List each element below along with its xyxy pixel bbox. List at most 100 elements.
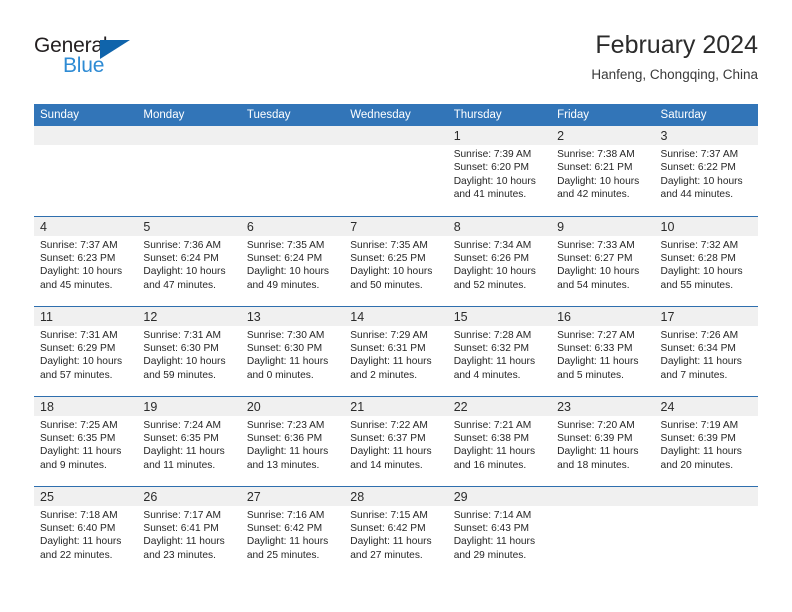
calendar-cell-day[interactable]: 14 Sunrise: 7:29 AM Sunset: 6:31 PM Dayligh… bbox=[344, 305, 448, 396]
daylight-duration-line-2: and 27 minutes. bbox=[350, 549, 423, 561]
day-cell-content: 4 Sunrise: 7:37 AM Sunset: 6:23 PM Daylight… bbox=[34, 216, 138, 306]
sunset-time: Sunset: 6:30 PM bbox=[246, 342, 323, 354]
sunset-time: Sunset: 6:42 PM bbox=[246, 522, 323, 534]
day-cell-content: 28 Sunrise: 7:15 AM Sunset: 6:42 PM Dayligh… bbox=[344, 486, 448, 577]
day-number: 25 bbox=[34, 486, 138, 506]
sunrise-time: Sunrise: 7:23 AM bbox=[246, 419, 325, 431]
day-details: Sunrise: 7:35 AM Sunset: 6:24 PM Daylight:… bbox=[241, 236, 344, 293]
sunrise-time: Sunrise: 7:37 AM bbox=[40, 239, 118, 251]
sunrise-time: Sunrise: 7:22 AM bbox=[350, 419, 428, 431]
day-details: Sunrise: 7:29 AM Sunset: 6:31 PM Daylight:… bbox=[344, 326, 447, 383]
general-blue-logo: General Blue bbox=[34, 34, 164, 84]
calendar-cell-day[interactable]: 25 Sunrise: 7:18 AM Sunset: 6:40 PM Dayligh… bbox=[34, 485, 138, 576]
calendar-cell-day[interactable]: 27 Sunrise: 7:16 AM Sunset: 6:42 PM Dayligh… bbox=[240, 485, 345, 576]
sunrise-time: Sunrise: 7:34 AM bbox=[453, 239, 532, 251]
day-cell-content: 20 Sunrise: 7:23 AM Sunset: 6:36 PM Dayligh… bbox=[240, 396, 345, 486]
calendar-cell-day[interactable]: 22 Sunrise: 7:21 AM Sunset: 6:38 PM Dayligh… bbox=[447, 395, 552, 486]
calendar-page: General Blue February 2024 Hanfeng, Chon… bbox=[0, 0, 792, 612]
daylight-duration-line-1: Daylight: 11 hours bbox=[143, 446, 225, 458]
calendar-week-row: 4 Sunrise: 7:37 AM Sunset: 6:23 PM Daylight… bbox=[34, 215, 758, 306]
calendar-body: 1 Sunrise: 7:39 AM Sunset: 6:20 PM Daylight… bbox=[34, 126, 758, 576]
calendar-cell-day[interactable]: 12 Sunrise: 7:31 AM Sunset: 6:30 PM Dayligh… bbox=[137, 305, 241, 396]
sunset-time: Sunset: 6:26 PM bbox=[453, 252, 530, 264]
day-cell-content: 16 Sunrise: 7:27 AM Sunset: 6:33 PM Dayligh… bbox=[551, 306, 655, 396]
column-header-wednesday: Wednesday bbox=[344, 104, 448, 126]
calendar-cell-day[interactable]: 16 Sunrise: 7:27 AM Sunset: 6:33 PM Dayligh… bbox=[551, 305, 655, 396]
calendar-cell-day[interactable]: 17 Sunrise: 7:26 AM Sunset: 6:34 PM Dayligh… bbox=[654, 305, 758, 396]
sunset-time: Sunset: 6:28 PM bbox=[660, 252, 736, 264]
day-cell-content: 1 Sunrise: 7:39 AM Sunset: 6:20 PM Daylight… bbox=[447, 126, 552, 216]
day-number bbox=[34, 126, 138, 145]
calendar-cell-day[interactable]: 21 Sunrise: 7:22 AM Sunset: 6:37 PM Dayligh… bbox=[344, 395, 448, 486]
calendar-cell-day[interactable]: 13 Sunrise: 7:30 AM Sunset: 6:30 PM Dayligh… bbox=[240, 305, 345, 396]
day-number: 7 bbox=[344, 216, 448, 236]
day-number: 13 bbox=[240, 306, 345, 326]
calendar-cell-day[interactable]: 4 Sunrise: 7:37 AM Sunset: 6:23 PM Daylight… bbox=[34, 215, 138, 306]
sunrise-time: Sunrise: 7:29 AM bbox=[350, 329, 428, 341]
calendar-cell-day[interactable]: 11 Sunrise: 7:31 AM Sunset: 6:29 PM Dayligh… bbox=[34, 305, 138, 396]
sunset-time: Sunset: 6:30 PM bbox=[143, 342, 219, 354]
day-cell-content: 24 Sunrise: 7:19 AM Sunset: 6:39 PM Dayligh… bbox=[654, 396, 758, 486]
daylight-duration-line-2: and 25 minutes. bbox=[246, 549, 320, 561]
day-details: Sunrise: 7:21 AM Sunset: 6:38 PM Daylight:… bbox=[448, 416, 551, 473]
logo-triangle-icon bbox=[100, 40, 130, 59]
day-number: 21 bbox=[344, 396, 448, 416]
daylight-duration-line-2: and 23 minutes. bbox=[143, 549, 216, 561]
calendar-cell-day[interactable]: 8 Sunrise: 7:34 AM Sunset: 6:26 PM Daylight… bbox=[447, 215, 552, 306]
day-number: 26 bbox=[137, 486, 241, 506]
day-cell-content: 14 Sunrise: 7:29 AM Sunset: 6:31 PM Dayligh… bbox=[344, 306, 448, 396]
daylight-duration-line-2: and 41 minutes. bbox=[453, 189, 527, 201]
calendar-cell-day[interactable]: 23 Sunrise: 7:20 AM Sunset: 6:39 PM Dayligh… bbox=[551, 395, 655, 486]
daylight-duration-line-2: and 16 minutes. bbox=[453, 459, 527, 471]
daylight-duration-line-1: Daylight: 11 hours bbox=[246, 356, 329, 368]
calendar-cell-day[interactable]: 29 Sunrise: 7:14 AM Sunset: 6:43 PM Dayligh… bbox=[447, 485, 552, 576]
day-number: 6 bbox=[240, 216, 345, 236]
calendar-cell-day[interactable]: 19 Sunrise: 7:24 AM Sunset: 6:35 PM Dayligh… bbox=[137, 395, 241, 486]
calendar-cell-day[interactable]: 28 Sunrise: 7:15 AM Sunset: 6:42 PM Dayligh… bbox=[344, 485, 448, 577]
daylight-duration-line-1: Daylight: 11 hours bbox=[40, 536, 122, 548]
calendar-cell-day[interactable]: 3 Sunrise: 7:37 AM Sunset: 6:22 PM Daylight… bbox=[654, 126, 758, 216]
calendar-week-row: 11 Sunrise: 7:31 AM Sunset: 6:29 PM Dayligh… bbox=[34, 305, 758, 396]
calendar-cell-day[interactable]: 15 Sunrise: 7:28 AM Sunset: 6:32 PM Dayligh… bbox=[447, 305, 552, 396]
daylight-duration-line-1: Daylight: 11 hours bbox=[453, 356, 536, 368]
sunrise-time: Sunrise: 7:21 AM bbox=[453, 419, 532, 431]
day-number: 20 bbox=[240, 396, 345, 416]
sunset-time: Sunset: 6:32 PM bbox=[453, 342, 530, 354]
daylight-duration-line-2: and 13 minutes. bbox=[246, 459, 320, 471]
daylight-duration-line-2: and 14 minutes. bbox=[350, 459, 423, 471]
day-cell-content: 3 Sunrise: 7:37 AM Sunset: 6:22 PM Daylight… bbox=[654, 126, 758, 216]
calendar-cell-day[interactable]: 10 Sunrise: 7:32 AM Sunset: 6:28 PM Dayligh… bbox=[654, 215, 758, 306]
calendar-cell-day[interactable]: 18 Sunrise: 7:25 AM Sunset: 6:35 PM Dayligh… bbox=[34, 395, 138, 486]
daylight-duration-line-1: Daylight: 10 hours bbox=[453, 175, 536, 187]
calendar-cell-day[interactable]: 2 Sunrise: 7:38 AM Sunset: 6:21 PM Daylight… bbox=[551, 126, 655, 216]
day-number: 8 bbox=[447, 216, 552, 236]
calendar-cell-day[interactable]: 24 Sunrise: 7:19 AM Sunset: 6:39 PM Dayligh… bbox=[654, 395, 758, 486]
day-details: Sunrise: 7:19 AM Sunset: 6:39 PM Daylight:… bbox=[655, 416, 758, 473]
calendar-cell-day[interactable]: 1 Sunrise: 7:39 AM Sunset: 6:20 PM Daylight… bbox=[447, 126, 552, 216]
daylight-duration-line-1: Daylight: 11 hours bbox=[143, 536, 225, 548]
calendar-cell-empty bbox=[344, 126, 448, 216]
day-number: 15 bbox=[447, 306, 552, 326]
sunset-time: Sunset: 6:33 PM bbox=[557, 342, 633, 354]
calendar-cell-empty bbox=[654, 485, 758, 576]
daylight-duration-line-2: and 4 minutes. bbox=[453, 369, 521, 381]
calendar-cell-day[interactable]: 9 Sunrise: 7:33 AM Sunset: 6:27 PM Daylight… bbox=[551, 215, 655, 306]
calendar-cell-day[interactable]: 26 Sunrise: 7:17 AM Sunset: 6:41 PM Dayligh… bbox=[137, 485, 241, 576]
calendar-cell-day[interactable]: 6 Sunrise: 7:35 AM Sunset: 6:24 PM Daylight… bbox=[240, 215, 345, 306]
daylight-duration-line-1: Daylight: 11 hours bbox=[350, 446, 432, 458]
calendar-cell-day[interactable]: 5 Sunrise: 7:36 AM Sunset: 6:24 PM Daylight… bbox=[137, 215, 241, 306]
daylight-duration-line-1: Daylight: 10 hours bbox=[557, 175, 640, 187]
calendar-cell-day[interactable]: 7 Sunrise: 7:35 AM Sunset: 6:25 PM Daylight… bbox=[344, 215, 448, 306]
calendar-cell-empty bbox=[34, 126, 138, 216]
daylight-duration-line-1: Daylight: 10 hours bbox=[660, 175, 743, 187]
daylight-duration-line-2: and 49 minutes. bbox=[246, 279, 320, 291]
column-header-sunday: Sunday bbox=[34, 104, 138, 126]
sunset-time: Sunset: 6:36 PM bbox=[246, 432, 323, 444]
daylight-duration-line-1: Daylight: 10 hours bbox=[453, 266, 536, 278]
calendar-cell-day[interactable]: 20 Sunrise: 7:23 AM Sunset: 6:36 PM Dayligh… bbox=[240, 395, 345, 486]
day-cell-content: 8 Sunrise: 7:34 AM Sunset: 6:26 PM Daylight… bbox=[447, 216, 552, 306]
sunrise-time: Sunrise: 7:33 AM bbox=[557, 239, 635, 251]
daylight-duration-line-2: and 42 minutes. bbox=[557, 189, 630, 201]
sunset-time: Sunset: 6:40 PM bbox=[40, 522, 116, 534]
daylight-duration-line-1: Daylight: 10 hours bbox=[350, 266, 433, 278]
